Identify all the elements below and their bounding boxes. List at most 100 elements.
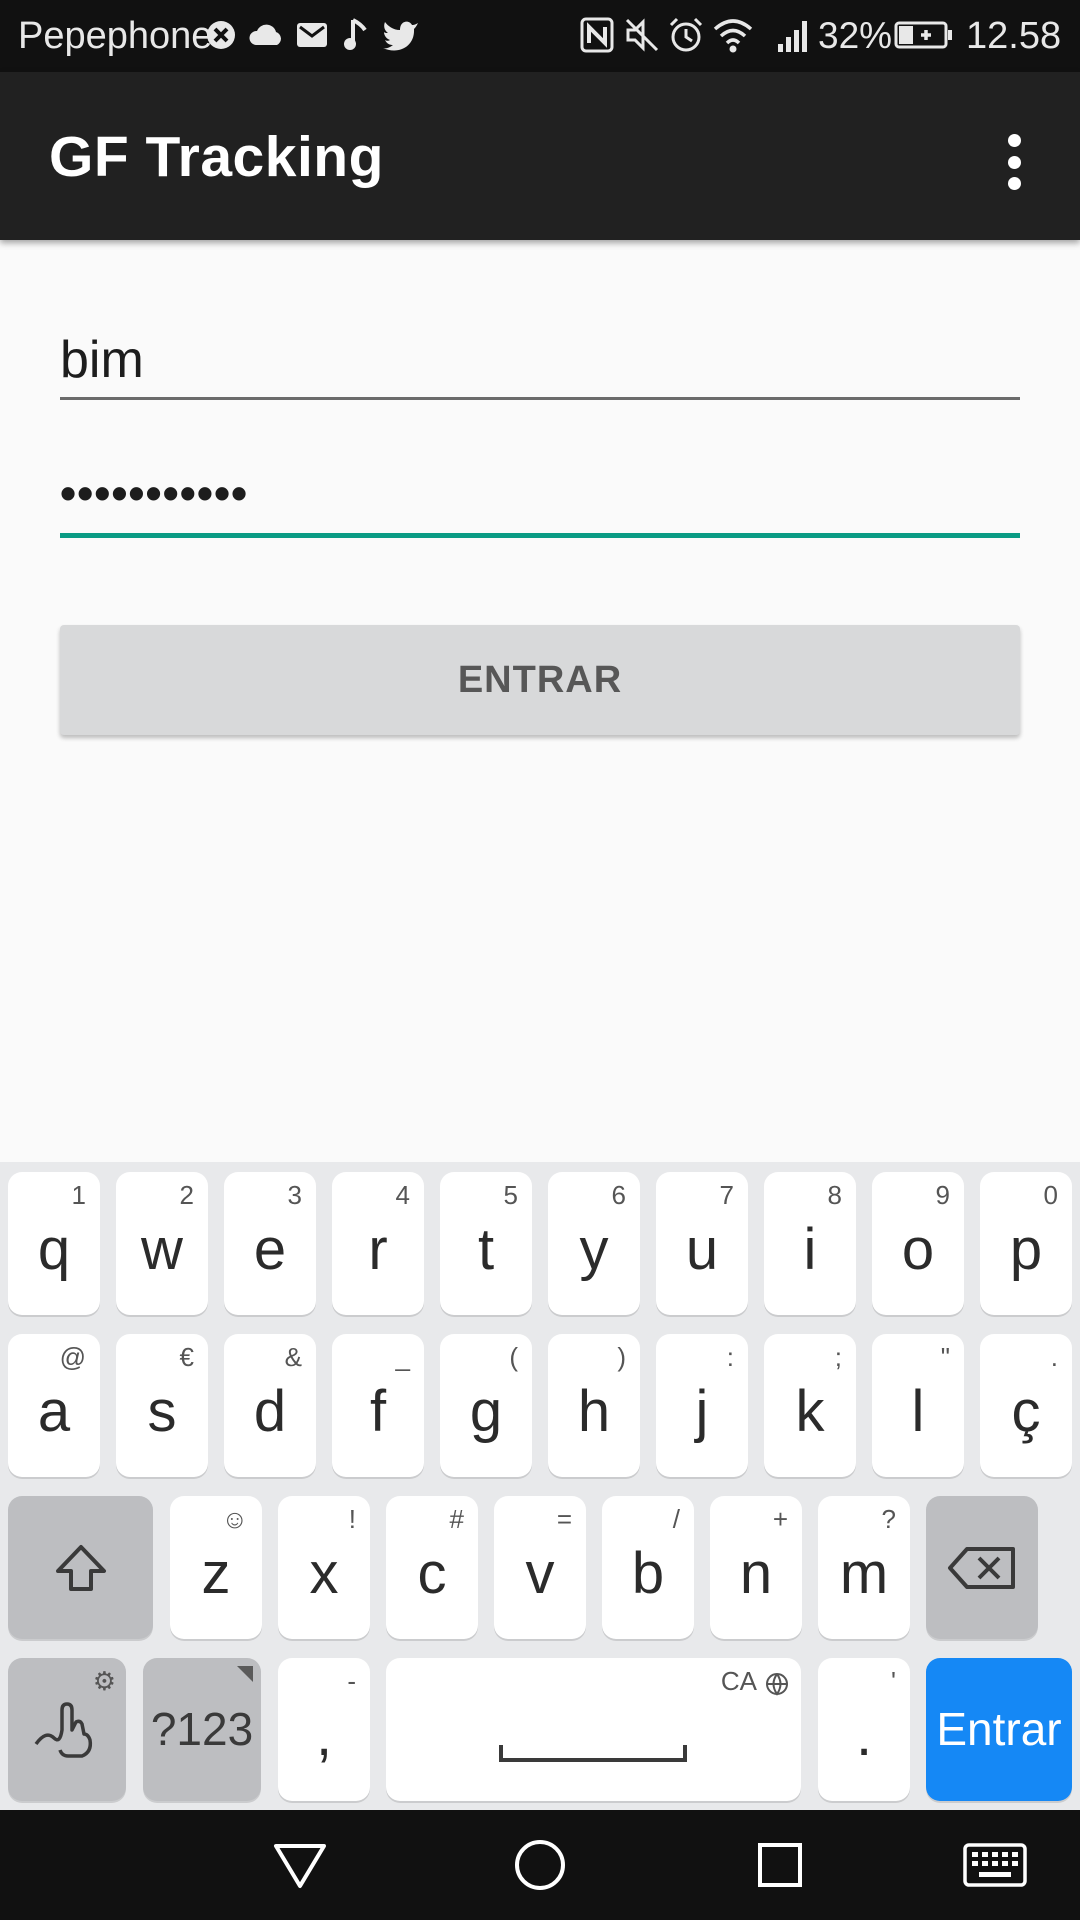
key-hint: 3 xyxy=(287,1180,302,1210)
keyboard-icon[interactable] xyxy=(960,1835,1030,1895)
nfc-icon xyxy=(580,16,614,54)
key-label: i xyxy=(803,1217,817,1282)
key-n[interactable]: + n xyxy=(710,1496,802,1639)
key-g[interactable]: (g xyxy=(440,1334,532,1477)
home-icon[interactable] xyxy=(510,1835,570,1895)
key-label: q xyxy=(37,1217,71,1282)
enter-key[interactable]: Entrar xyxy=(926,1658,1072,1801)
key-label: u xyxy=(685,1217,719,1282)
key-ç[interactable]: .ç xyxy=(980,1334,1072,1477)
key-hint: ; xyxy=(834,1342,842,1372)
symbols-key-label: ?123 xyxy=(150,1703,254,1755)
overflow-dot xyxy=(1007,134,1021,147)
key-k[interactable]: ; k xyxy=(764,1334,856,1477)
key-hint: ! xyxy=(348,1504,356,1534)
vpn-icon xyxy=(205,16,237,54)
key-label: t xyxy=(477,1217,495,1282)
app-title: GF Tracking xyxy=(49,125,384,189)
key-r[interactable]: 4r xyxy=(332,1172,424,1315)
key-hint: @ xyxy=(59,1342,86,1372)
key-e[interactable]: 3e xyxy=(224,1172,316,1315)
key-u[interactable]: 7u xyxy=(656,1172,748,1315)
login-button[interactable]: ENTRAR xyxy=(60,625,1020,735)
soft-keyboard: 1q2w3e4r5t6y7u8i9o0p @ a € s & d _ f(g) h: j; k " l.… xyxy=(0,1162,1080,1810)
key-hint: 1 xyxy=(71,1180,86,1210)
music-icon xyxy=(343,16,369,54)
period-key-hint: ' xyxy=(891,1666,896,1696)
key-f[interactable]: _ f xyxy=(332,1334,424,1477)
key-hint: & xyxy=(284,1342,302,1372)
globe-icon xyxy=(766,1673,788,1696)
handwriting-key[interactable]: ⚙ xyxy=(8,1658,126,1801)
twitter-icon xyxy=(382,16,420,54)
key-h[interactable]: ) h xyxy=(548,1334,640,1477)
space-key[interactable]: CA xyxy=(386,1658,801,1801)
key-o[interactable]: 9o xyxy=(872,1172,964,1315)
key-a[interactable]: @ a xyxy=(8,1334,100,1477)
key-q[interactable]: 1q xyxy=(8,1172,100,1315)
key-d[interactable]: & d xyxy=(224,1334,316,1477)
app-bar: GF Tracking xyxy=(0,72,1080,240)
key-hint: 6 xyxy=(611,1180,626,1210)
key-hint: _ xyxy=(395,1342,410,1372)
enter-key-label: Entrar xyxy=(936,1703,1062,1755)
key-b[interactable]: / b xyxy=(602,1496,694,1639)
key-p[interactable]: 0p xyxy=(980,1172,1072,1315)
corner-triangle-icon xyxy=(237,1666,253,1682)
key-w[interactable]: 2w xyxy=(116,1172,208,1315)
comma-key[interactable]: - , xyxy=(278,1658,370,1801)
comma-key-hint: - xyxy=(347,1666,356,1696)
key-m[interactable]: ? m xyxy=(818,1496,910,1639)
key-label: e xyxy=(253,1217,287,1282)
key-z[interactable]: ☺ z xyxy=(170,1496,262,1639)
key-label: p xyxy=(1009,1217,1043,1282)
signal-icon xyxy=(776,16,812,54)
key-label: h xyxy=(577,1379,611,1444)
key-hint: ( xyxy=(509,1342,518,1372)
key-x[interactable]: ! x xyxy=(278,1496,370,1639)
backspace-key[interactable] xyxy=(926,1496,1038,1639)
password-field[interactable]: ••••••••••• xyxy=(60,460,1020,538)
language-indicator: CA xyxy=(720,1666,757,1696)
back-icon[interactable] xyxy=(270,1835,330,1895)
mute-icon xyxy=(624,16,660,54)
period-key[interactable]: ' . xyxy=(818,1658,910,1801)
key-v[interactable]: = v xyxy=(494,1496,586,1639)
shift-key[interactable] xyxy=(8,1496,153,1639)
key-j[interactable]: :j xyxy=(656,1334,748,1477)
key-i[interactable]: 8i xyxy=(764,1172,856,1315)
key-hint: ☺ xyxy=(221,1504,248,1534)
wifi-icon xyxy=(712,16,754,54)
key-s[interactable]: € s xyxy=(116,1334,208,1477)
key-hint: 2 xyxy=(179,1180,194,1210)
key-label: j xyxy=(695,1379,709,1444)
key-y[interactable]: 6y xyxy=(548,1172,640,1315)
recents-icon[interactable] xyxy=(750,1835,810,1895)
cloud-icon xyxy=(248,16,284,54)
key-hint: . xyxy=(1050,1342,1058,1372)
key-hint: / xyxy=(672,1504,680,1534)
key-label: o xyxy=(901,1217,935,1282)
key-hint: 0 xyxy=(1043,1180,1058,1210)
key-hint: ? xyxy=(881,1504,896,1534)
key-hint: 9 xyxy=(935,1180,950,1210)
key-t[interactable]: 5t xyxy=(440,1172,532,1315)
username-field[interactable]: bim xyxy=(60,320,1020,400)
key-label: f xyxy=(369,1379,387,1444)
key-label: m xyxy=(839,1541,889,1606)
key-label: d xyxy=(253,1379,287,1444)
key-c[interactable]: # c xyxy=(386,1496,478,1639)
carrier-name: Pepephone xyxy=(18,15,213,57)
overflow-dot xyxy=(1007,177,1021,190)
key-label: r xyxy=(368,1217,388,1282)
symbols-key[interactable]: ?123 xyxy=(143,1658,261,1801)
key-l[interactable]: " l xyxy=(872,1334,964,1477)
key-hint: 8 xyxy=(827,1180,842,1210)
key-label: b xyxy=(631,1541,665,1606)
overflow-menu-icon[interactable] xyxy=(990,128,1038,196)
period-key-label: . xyxy=(855,1703,873,1768)
password-value: ••••••••••• xyxy=(60,467,249,519)
alarm-icon xyxy=(668,16,704,54)
key-label: k xyxy=(795,1379,825,1444)
backspace-icon xyxy=(926,1496,1038,1639)
